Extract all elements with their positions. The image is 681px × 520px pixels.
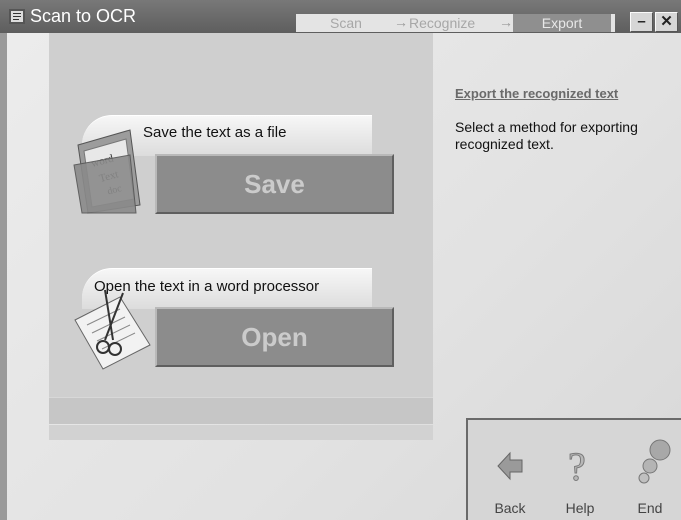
minimize-icon: – — [637, 13, 646, 30]
save-button[interactable]: Save — [155, 154, 394, 214]
panel-footer-strip — [49, 425, 433, 440]
step-export: Export — [513, 14, 611, 32]
step-recognize: Recognize — [409, 15, 476, 31]
help-button[interactable]: ? Help — [550, 420, 610, 520]
end-label: End — [637, 500, 663, 516]
back-arrow-icon — [497, 451, 523, 481]
back-label: Back — [494, 500, 526, 516]
help-icon: ? — [568, 444, 587, 490]
help-label: Help — [565, 500, 595, 516]
close-button[interactable]: ✕ — [655, 12, 678, 32]
end-icon — [638, 439, 671, 484]
step-arrow-icon: → — [394, 14, 408, 30]
window-title: Scan to OCR — [30, 6, 137, 26]
navigation-panel: Back ? Help End — [466, 418, 681, 520]
ocr-app-icon — [9, 9, 25, 24]
progress-steps: Scan → Recognize → Export — [296, 14, 615, 32]
svg-text:?: ? — [568, 444, 586, 489]
document-scissors-icon — [74, 289, 151, 370]
minimize-button[interactable]: – — [630, 12, 653, 32]
step-arrow-icon: → — [499, 14, 513, 30]
panel-footer-strip — [49, 397, 433, 424]
export-help-link[interactable]: Export the recognized text — [455, 86, 618, 101]
end-button[interactable]: End — [620, 420, 680, 520]
step-scan: Scan — [330, 15, 362, 31]
back-button[interactable]: Back — [480, 420, 540, 520]
folder-icon: word Text doc — [73, 129, 141, 214]
close-icon: ✕ — [660, 13, 673, 30]
export-description: Select a method for exporting recognized… — [455, 119, 638, 152]
open-button[interactable]: Open — [155, 307, 394, 367]
title-bar: Scan to OCR Scan → Recognize → Export – … — [0, 0, 681, 33]
save-caption: Save the text as a file — [143, 124, 287, 141]
